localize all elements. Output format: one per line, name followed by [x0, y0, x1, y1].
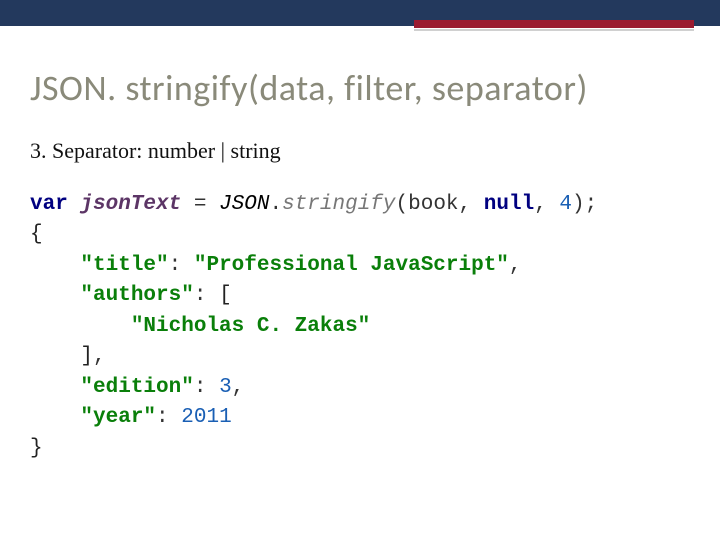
code-eq: =	[181, 193, 219, 216]
code-indent	[30, 315, 131, 338]
slide-title: JSON. stringify(data, filter, separator)	[30, 66, 690, 110]
code-close: );	[572, 193, 597, 216]
code-block: var jsonText = JSON.stringify(book, null…	[30, 190, 690, 464]
code-arg2: null	[484, 193, 534, 216]
code-lbrace: {	[30, 223, 43, 246]
code-var: jsonText	[80, 193, 181, 216]
slide-subhead: 3. Separator: number | string	[30, 138, 690, 164]
code-obj: JSON	[219, 193, 269, 216]
code-comma2: ,	[534, 193, 559, 216]
code-indent	[30, 254, 80, 277]
code-method: stringify	[282, 193, 395, 216]
code-rbrace: }	[30, 437, 43, 460]
code-val-year: 2011	[181, 406, 231, 429]
code-comma: ,	[93, 345, 106, 368]
code-colon: :	[194, 376, 219, 399]
code-key-year: "year"	[80, 406, 156, 429]
code-val-edition: 3	[219, 376, 232, 399]
code-open: (	[396, 193, 409, 216]
code-val-title: "Professional JavaScript"	[194, 254, 509, 277]
code-rbracket: ]	[80, 345, 93, 368]
code-comma: ,	[509, 254, 522, 277]
code-colon: :	[156, 406, 181, 429]
code-val-author: "Nicholas C. Zakas"	[131, 315, 370, 338]
code-comma1: ,	[459, 193, 484, 216]
code-indent	[30, 406, 80, 429]
slide-content: JSON. stringify(data, filter, separator)…	[0, 26, 720, 464]
header-accent-line	[414, 29, 694, 31]
code-key-edition: "edition"	[80, 376, 193, 399]
code-arg3: 4	[559, 193, 572, 216]
code-colon: :	[194, 284, 219, 307]
code-comma: ,	[232, 376, 245, 399]
header-accent	[414, 20, 694, 28]
code-indent	[30, 345, 80, 368]
code-indent	[30, 284, 80, 307]
code-key-authors: "authors"	[80, 284, 193, 307]
code-key-title: "title"	[80, 254, 168, 277]
code-arg1: book	[408, 193, 458, 216]
code-lbracket: [	[219, 284, 232, 307]
code-indent	[30, 376, 80, 399]
code-colon: :	[169, 254, 194, 277]
code-keyword: var	[30, 193, 68, 216]
code-dot: .	[269, 193, 282, 216]
